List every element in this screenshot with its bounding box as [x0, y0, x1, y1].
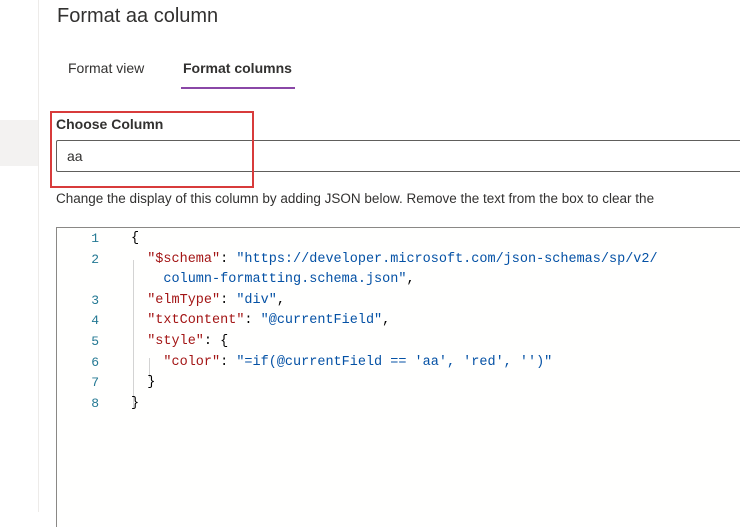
- code-token: "@currentField": [260, 313, 383, 329]
- code-token: }: [131, 395, 140, 411]
- left-rail: [0, 0, 39, 512]
- json-description: Change the display of this column by add…: [56, 191, 655, 206]
- code-token: column-formatting.schema.json": [131, 272, 407, 288]
- code-token: "elmType": [131, 292, 221, 308]
- code-token: : {: [203, 334, 229, 349]
- code-line: {: [131, 231, 139, 246]
- line-number: 1: [91, 231, 99, 246]
- code-token: "=if(@currentField == 'aa', 'red', '')": [236, 354, 553, 370]
- code-line: "txtContent": "@currentField",: [131, 313, 390, 328]
- code-line: }: [131, 396, 139, 411]
- line-number: 7: [91, 375, 99, 391]
- code-token: "color": [131, 354, 221, 370]
- choose-column-field[interactable]: [56, 140, 740, 172]
- code-token: "https://developer.microsoft.com/json-sc…: [236, 251, 658, 267]
- code-line: "elmType": "div",: [131, 293, 285, 308]
- code-token: :: [220, 292, 237, 308]
- left-rail-selected-item[interactable]: [0, 120, 38, 166]
- line-number: 4: [91, 313, 99, 329]
- line-number: 2: [91, 251, 99, 267]
- code-token: "txtContent": [131, 313, 245, 329]
- code-token: ,: [382, 313, 391, 329]
- line-number: 6: [91, 354, 99, 370]
- panel-title: Format aa column: [57, 5, 219, 27]
- code-line: "$schema": "https://developer.microsoft.…: [131, 251, 658, 267]
- code-token: :: [220, 251, 237, 267]
- line-number: 8: [91, 395, 99, 411]
- code-line: "style": {: [131, 334, 228, 349]
- code-token: :: [244, 313, 261, 329]
- code-line: column-formatting.schema.json",: [131, 272, 415, 288]
- code-line: "color": "=if(@currentField == 'aa', 're…: [131, 355, 552, 370]
- code-token: "div": [236, 292, 277, 308]
- tab-format-view[interactable]: Format view: [68, 58, 144, 76]
- format-column-panel: Format aa column Format view Format colu…: [39, 0, 740, 527]
- code-token: }: [131, 375, 156, 391]
- line-number: 5: [91, 334, 99, 349]
- line-number: 3: [91, 292, 99, 308]
- code-token: :: [220, 354, 237, 370]
- code-token: "$schema": [131, 251, 221, 267]
- code-line: }: [131, 375, 155, 390]
- choose-column-label: Choose Column: [56, 116, 164, 132]
- code-token: ,: [406, 272, 415, 288]
- json-code-editor[interactable]: 1 2 3 4 5 6 7 8 { "$schema": "https://developer…: [56, 227, 740, 527]
- code-token: ,: [276, 292, 285, 308]
- code-token: {: [131, 231, 140, 246]
- tab-format-columns[interactable]: Format columns: [181, 58, 295, 89]
- code-token: "style": [131, 334, 204, 349]
